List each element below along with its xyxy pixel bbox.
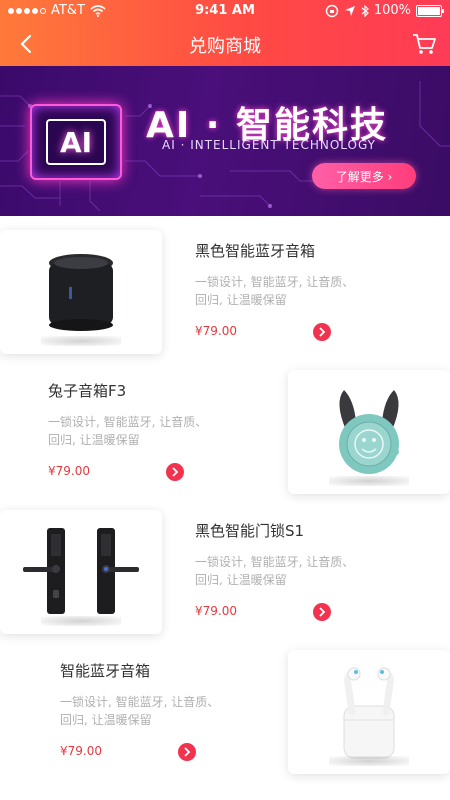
- product-description: 一锁设计, 智能蓝牙, 让音质、 回归, 让温暖保留: [195, 273, 385, 309]
- description-line: 回归, 让温暖保留: [195, 293, 287, 307]
- image-shadow: [41, 616, 121, 626]
- product-name: 黑色智能蓝牙音箱: [195, 242, 316, 260]
- description-line: 一锁设计, 智能蓝牙, 让音质、: [195, 275, 355, 289]
- speaker-image: [49, 254, 113, 331]
- product-description: 一锁设计, 智能蓝牙, 让音质、 回归, 让温暖保留: [195, 553, 385, 589]
- product-info: 黑色智能蓝牙音箱 一锁设计, 智能蓝牙, 让音质、 回归, 让温暖保留: [195, 240, 385, 309]
- product-price: ¥79.00: [60, 744, 102, 758]
- product-description: 一锁设计, 智能蓝牙, 让音质、 回归, 让温暖保留: [48, 413, 238, 449]
- product-name: 兔子音箱F3: [48, 382, 127, 400]
- description-line: 一锁设计, 智能蓝牙, 让音质、: [195, 555, 355, 569]
- product-price: ¥79.00: [48, 464, 90, 478]
- view-product-button[interactable]: [313, 323, 331, 341]
- image-shadow: [41, 336, 121, 346]
- status-right: 100%: [325, 3, 444, 18]
- status-bar: AT&T 9:41 AM 100%: [0, 0, 450, 22]
- shopping-cart-icon: [413, 34, 436, 54]
- view-product-button[interactable]: [313, 603, 331, 621]
- image-shadow: [329, 476, 409, 486]
- product-name: 智能蓝牙音箱: [60, 662, 151, 680]
- product-price: ¥79.00: [195, 604, 237, 618]
- description-line: 一锁设计, 智能蓝牙, 让音质、: [60, 695, 220, 709]
- bluetooth-icon: [361, 4, 369, 17]
- product-info: 智能蓝牙音箱 一锁设计, 智能蓝牙, 让音质、 回归, 让温暖保留: [60, 660, 250, 729]
- product-image-card[interactable]: [288, 370, 450, 494]
- page-title: 兑购商城: [189, 36, 261, 57]
- description-line: 回归, 让温暖保留: [48, 433, 140, 447]
- battery-icon: [416, 4, 444, 17]
- view-product-button[interactable]: [166, 463, 184, 481]
- bunny-speaker-image: [339, 390, 399, 474]
- product-card[interactable]: 智能蓝牙音箱 一锁设计, 智能蓝牙, 让音质、 回归, 让温暖保留 ¥79.00: [0, 642, 450, 782]
- description-line: 回归, 让温暖保留: [60, 713, 152, 727]
- banner-subtitle: AI · INTELLIGENT TECHNOLOGY: [162, 138, 377, 152]
- product-info: 黑色智能门锁S1 一锁设计, 智能蓝牙, 让音质、 回归, 让温暖保留: [195, 520, 385, 589]
- location-icon: [344, 5, 355, 16]
- product-price: ¥79.00: [195, 324, 237, 338]
- nav-bar: 兑购商城: [0, 22, 450, 66]
- product-info: 兔子音箱F3 一锁设计, 智能蓝牙, 让音质、 回归, 让温暖保留: [48, 380, 238, 449]
- product-card[interactable]: 黑色智能蓝牙音箱 一锁设计, 智能蓝牙, 让音质、 回归, 让温暖保留 ¥79.…: [0, 222, 450, 362]
- rotation-lock-icon: [325, 4, 339, 17]
- ai-chip-label: AI: [46, 119, 106, 165]
- chevron-right-icon: [172, 467, 179, 477]
- view-product-button[interactable]: [178, 743, 196, 761]
- ai-chip-graphic: AI: [30, 104, 122, 180]
- chevron-right-icon: [319, 607, 326, 617]
- product-description: 一锁设计, 智能蓝牙, 让音质、 回归, 让温暖保留: [60, 693, 250, 729]
- earbuds-image: [343, 667, 395, 759]
- door-lock-image: [23, 528, 139, 614]
- product-card[interactable]: 兔子音箱F3 一锁设计, 智能蓝牙, 让音质、 回归, 让温暖保留 ¥79.00: [0, 362, 450, 502]
- description-line: 一锁设计, 智能蓝牙, 让音质、: [48, 415, 208, 429]
- product-name: 黑色智能门锁S1: [195, 522, 305, 540]
- promo-banner[interactable]: AI AI · 智能科技 AI · INTELLIGENT TECHNOLOGY…: [0, 66, 450, 216]
- battery-percent: 100%: [373, 3, 411, 18]
- image-shadow: [329, 756, 409, 766]
- chevron-right-icon: [184, 747, 191, 757]
- description-line: 回归, 让温暖保留: [195, 573, 287, 587]
- product-image-card[interactable]: [288, 650, 450, 774]
- product-card[interactable]: 黑色智能门锁S1 一锁设计, 智能蓝牙, 让音质、 回归, 让温暖保留 ¥79.…: [0, 502, 450, 642]
- app-header: AT&T 9:41 AM 100% 兑购商城: [0, 0, 450, 66]
- chevron-right-icon: [319, 327, 326, 337]
- cart-button[interactable]: [408, 28, 440, 60]
- learn-more-button[interactable]: 了解更多 ›: [312, 163, 416, 189]
- product-image-card[interactable]: [0, 510, 162, 634]
- product-image-card[interactable]: [0, 230, 162, 354]
